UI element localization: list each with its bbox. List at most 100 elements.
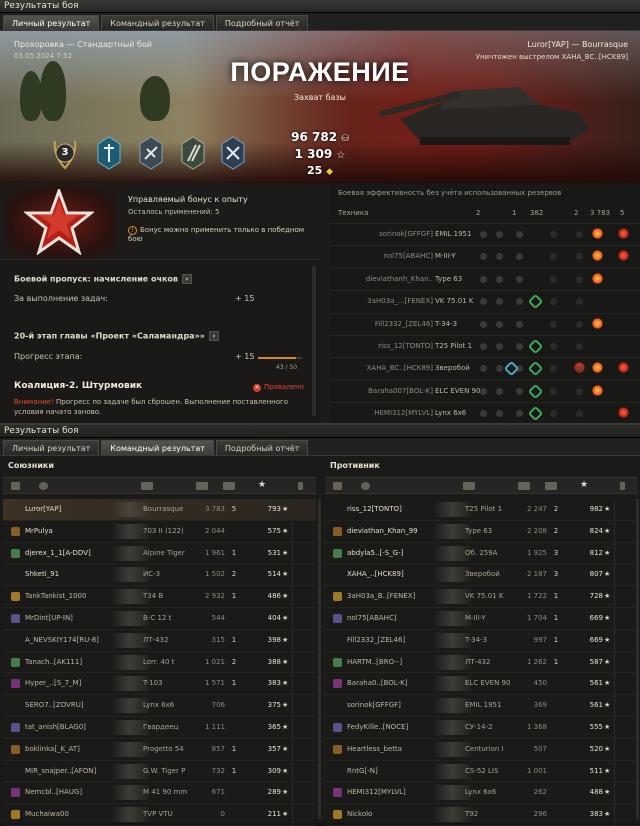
- tank-name: G.W. Tiger P: [143, 766, 186, 775]
- table-row[interactable]: Hyper_..[S_7_M] T-103 1 571 1 383 ★: [3, 673, 316, 696]
- player-name: Baraha007[BOL-K]: [368, 386, 433, 395]
- table-row[interactable]: MrDint[UP-IN] В-С 12 t 544 404 ★: [3, 607, 316, 630]
- efficiency-row[interactable]: ХАНА_ВС..[HCK89] Зверобой: [330, 357, 640, 379]
- xp-value: 555: [589, 722, 603, 731]
- efficiency-row[interactable]: dieviathanh_Khan.. Type 63: [330, 267, 640, 290]
- rank-icon: [333, 788, 342, 798]
- sort-tank-icon[interactable]: [463, 482, 475, 490]
- table-row[interactable]: RntG[-N] CS-52 LIS 1 001 511 ★: [325, 760, 638, 783]
- efficiency-row[interactable]: HEMI312[MYLVL] Lynx 6x6: [330, 402, 640, 424]
- sort-xp-icon[interactable]: ★: [580, 480, 588, 490]
- table-row[interactable]: MIR_snajper..[AFON] G.W. Tiger P 732 1 309 ★: [3, 760, 316, 783]
- tank-name: Lynx 6x6: [435, 409, 467, 418]
- sort-xp-icon[interactable]: ★: [258, 480, 266, 490]
- xp-earned: 1 309: [294, 147, 333, 161]
- rank-icon: [11, 679, 20, 689]
- sort-medal-icon[interactable]: [298, 482, 303, 490]
- table-row[interactable]: djerex_1_1[A-DDV] Alpine Tiger 1 961 1 531 ★: [3, 542, 316, 565]
- damage-value: 296: [533, 810, 547, 819]
- table-row[interactable]: A_NEVSKIY174[RU-8] ЛТ-432 315 1 398 ★: [3, 629, 316, 652]
- table-row[interactable]: Tanach..[AK111] Lorr. 40 t1 021 2 388 ★: [3, 651, 316, 674]
- tab-personal[interactable]: Личный результат: [3, 440, 100, 455]
- award-medal-icon[interactable]: [138, 135, 164, 171]
- tab-personal[interactable]: Личный результат: [3, 15, 100, 30]
- table-row[interactable]: ХАНА_..[HCK89] Зверобой 2 187 3 807 ★: [325, 564, 638, 587]
- xp-value: 398: [267, 635, 281, 644]
- hit-icon: [592, 228, 603, 239]
- tank-name: ELC EVEN 90: [435, 386, 481, 395]
- sort-medal-icon[interactable]: [620, 482, 625, 490]
- table-row[interactable]: HEMI312[MYLVL] Lynx 6x6 262 488 ★: [325, 782, 638, 805]
- enemies-column-header[interactable]: ★: [325, 477, 638, 494]
- sort-damage-icon[interactable]: [196, 482, 208, 490]
- damage-icon: [618, 362, 629, 374]
- rank-icon: [11, 613, 20, 623]
- table-row[interactable]: Luror[YAP] Bourrasque 3 783 5 793 ★: [3, 499, 316, 521]
- award-medal-icon[interactable]: [96, 135, 122, 171]
- table-row[interactable]: FedyKille..[NOCE] СУ-14-2 1 368 555 ★: [325, 716, 638, 739]
- table-row[interactable]: Nemcbl..[HAUG] M 41 90 mm 671 289 ★: [3, 782, 316, 805]
- empty-stat-icon: [550, 320, 557, 328]
- class-mark-medal[interactable]: 3: [52, 135, 78, 171]
- efficiency-row[interactable]: sorinok[GFFGF] EMIL 1951: [330, 223, 640, 245]
- table-row[interactable]: Shketi_91 ИС-3 1 502 2 514 ★: [3, 564, 316, 587]
- tab-detailed[interactable]: Подробный отчёт: [215, 440, 309, 455]
- allies-column-header[interactable]: ★: [3, 477, 316, 494]
- efficiency-row[interactable]: 3aH03a_...[FENEX] VK 75.01 K: [330, 290, 640, 312]
- table-row[interactable]: SERO7..[ZOVRU] Lynx 6x6 706 375 ★: [3, 695, 316, 717]
- divider: [292, 651, 293, 673]
- table-row[interactable]: Fill2332_[ZEL46] T-34-3 997 1 669 ★: [325, 629, 638, 652]
- table-row[interactable]: boklinka[_K_AT] Progetto 54 857 1 357 ★: [3, 738, 316, 761]
- award-medal-icon[interactable]: [220, 135, 246, 171]
- sort-player-icon[interactable]: [361, 482, 370, 490]
- table-row[interactable]: Heartless_betta Centurion I 507 520 ★: [325, 738, 638, 761]
- divider: [292, 564, 293, 586]
- table-row[interactable]: nol75[ABAHC] M-III-Y 1 704 1 669 ★: [325, 607, 638, 630]
- empty-stat-icon: [480, 387, 487, 395]
- sort-kills-icon[interactable]: [223, 482, 235, 490]
- empty-stat-icon: [480, 253, 487, 261]
- damage-value: 1 262: [526, 657, 547, 666]
- sort-platoon-icon[interactable]: [11, 482, 20, 490]
- empty-stat-icon: [516, 320, 523, 328]
- efficiency-row[interactable]: Baraha007[BOL-K] ELC EVEN 90: [330, 379, 640, 402]
- scrollbar[interactable]: [636, 499, 639, 819]
- hit-icon: [592, 250, 603, 262]
- sort-kills-icon[interactable]: [545, 482, 557, 490]
- sort-tank-icon[interactable]: [141, 482, 153, 490]
- tab-detailed[interactable]: Подробный отчёт: [215, 15, 309, 30]
- divider: [614, 782, 615, 804]
- chevron-right-icon[interactable]: ›: [208, 331, 219, 341]
- table-row[interactable]: TankTankist_1000 T34 B2 932 1 486 ★: [3, 586, 316, 608]
- table-row[interactable]: sorinok[GFFGF] EMIL 1951 369 561 ★: [325, 695, 638, 717]
- table-row[interactable]: abdyla5..[-S_G-] Об. 259А 1 925 3 812 ★: [325, 542, 638, 565]
- scrollbar[interactable]: [318, 499, 321, 819]
- table-row[interactable]: tat_anish[BLAG0] Гвардеец 1 111 365 ★: [3, 716, 316, 739]
- table-row[interactable]: Baraha0..[BOL-K] ELC EVEN 90 450 561 ★: [325, 673, 638, 696]
- award-medal-icon[interactable]: [180, 135, 206, 171]
- bonus-uses: Осталось применений: 5: [128, 208, 220, 216]
- sort-damage-icon[interactable]: [518, 482, 530, 490]
- efficiency-row[interactable]: nol75[ABAHC] M-III-Y: [330, 245, 640, 267]
- table-row[interactable]: MrPulya 703 II (122) 2 044 575 ★: [3, 520, 316, 543]
- table-row[interactable]: HARTM..[BRO--] ЛТ-432 1 262 1 587 ★: [325, 651, 638, 674]
- tab-team[interactable]: Командный результат: [101, 440, 214, 455]
- tab-team[interactable]: Командный результат: [101, 15, 214, 30]
- tank-name: ЛТ-432: [143, 635, 169, 644]
- efficiency-row[interactable]: riss_12[TONTO] T25 Pilot 1: [330, 335, 640, 357]
- efficiency-row[interactable]: Fill2332_[ZEL46] T-34-3: [330, 312, 640, 335]
- xp-value: 575: [267, 526, 281, 535]
- scrollbar[interactable]: [312, 266, 316, 416]
- table-row[interactable]: 3aH03a_B..[FENEX] VK 75.01 K1 722 1 728 ★: [325, 586, 638, 608]
- chevron-right-icon[interactable]: ›: [182, 274, 192, 284]
- rank-icon: [333, 722, 342, 732]
- allies-label: Союзники: [8, 461, 54, 470]
- sort-player-icon[interactable]: [39, 482, 48, 490]
- tab-bar: Личный результат Командный результат Под…: [0, 13, 640, 31]
- xp-star-icon: ★: [282, 744, 289, 753]
- sort-platoon-icon[interactable]: [333, 482, 342, 490]
- table-row[interactable]: riss_12[TONTO] T25 Pilot 12 247 2 982 ★: [325, 499, 638, 521]
- table-row[interactable]: dieviathan_Khan_99 Type 63 2 208 2 824 ★: [325, 520, 638, 543]
- tank-name: VK 75.01 K: [435, 297, 474, 306]
- player-name: Fill2332_[ZEL46]: [374, 319, 433, 328]
